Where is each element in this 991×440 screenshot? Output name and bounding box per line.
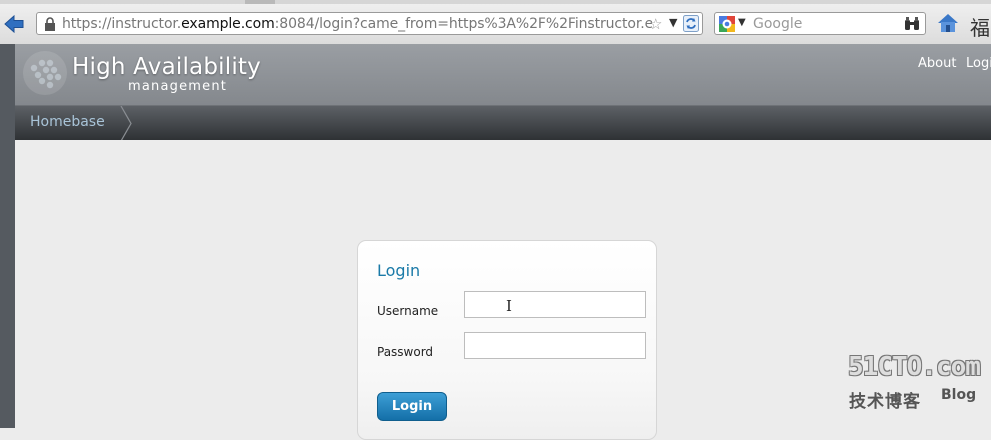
- binoculars-icon[interactable]: [904, 16, 920, 31]
- login-button[interactable]: Login: [377, 392, 447, 421]
- login-title: Login: [377, 261, 421, 280]
- username-input[interactable]: [464, 291, 646, 318]
- left-rail: [0, 44, 15, 428]
- logo-icon: [23, 51, 67, 95]
- watermark-subtitle: 技术博客: [849, 392, 921, 412]
- reload-icon[interactable]: [683, 15, 699, 32]
- url-text: https://instructor.example.com:8084/logi…: [62, 16, 652, 32]
- address-bar[interactable]: https://instructor.example.com:8084/logi…: [36, 12, 703, 35]
- extension-icon[interactable]: 福: [970, 12, 990, 41]
- browser-tab[interactable]: [245, 0, 275, 4]
- search-input[interactable]: Google: [753, 16, 802, 32]
- tab-strip: [0, 0, 991, 4]
- nav-login-link[interactable]: Login: [966, 56, 991, 71]
- password-input[interactable]: [464, 332, 646, 359]
- text-cursor-icon: I: [506, 297, 512, 315]
- breadcrumb-homebase[interactable]: Homebase: [30, 114, 105, 130]
- lock-icon: [45, 17, 55, 31]
- breadcrumb-separator-icon: [120, 106, 132, 141]
- password-label: Password: [377, 345, 434, 359]
- search-bar[interactable]: ▼ Google: [714, 12, 926, 35]
- google-icon[interactable]: [719, 16, 735, 32]
- back-arrow-icon[interactable]: [3, 14, 25, 34]
- breadcrumb: Homebase: [15, 105, 991, 141]
- home-icon[interactable]: [937, 13, 959, 33]
- username-label: Username: [377, 304, 439, 318]
- login-panel: Login Username I Password Login: [357, 240, 657, 440]
- brand-title: High Availability: [72, 54, 261, 80]
- app-header: High Availability management About Login: [15, 44, 991, 105]
- brand-subtitle: management: [128, 79, 228, 94]
- chevron-down-icon[interactable]: ▼: [738, 17, 746, 28]
- watermark-logo: 51CTO.com: [848, 352, 981, 382]
- chevron-down-icon[interactable]: ▼: [669, 16, 677, 29]
- bookmark-star-icon[interactable]: ☆: [649, 15, 662, 33]
- watermark-blog: Blog: [941, 387, 977, 403]
- browser-toolbar: https://instructor.example.com:8084/logi…: [0, 0, 991, 45]
- nav-about-link[interactable]: About: [918, 56, 956, 71]
- main-content: Login Username I Password Login: [15, 140, 991, 440]
